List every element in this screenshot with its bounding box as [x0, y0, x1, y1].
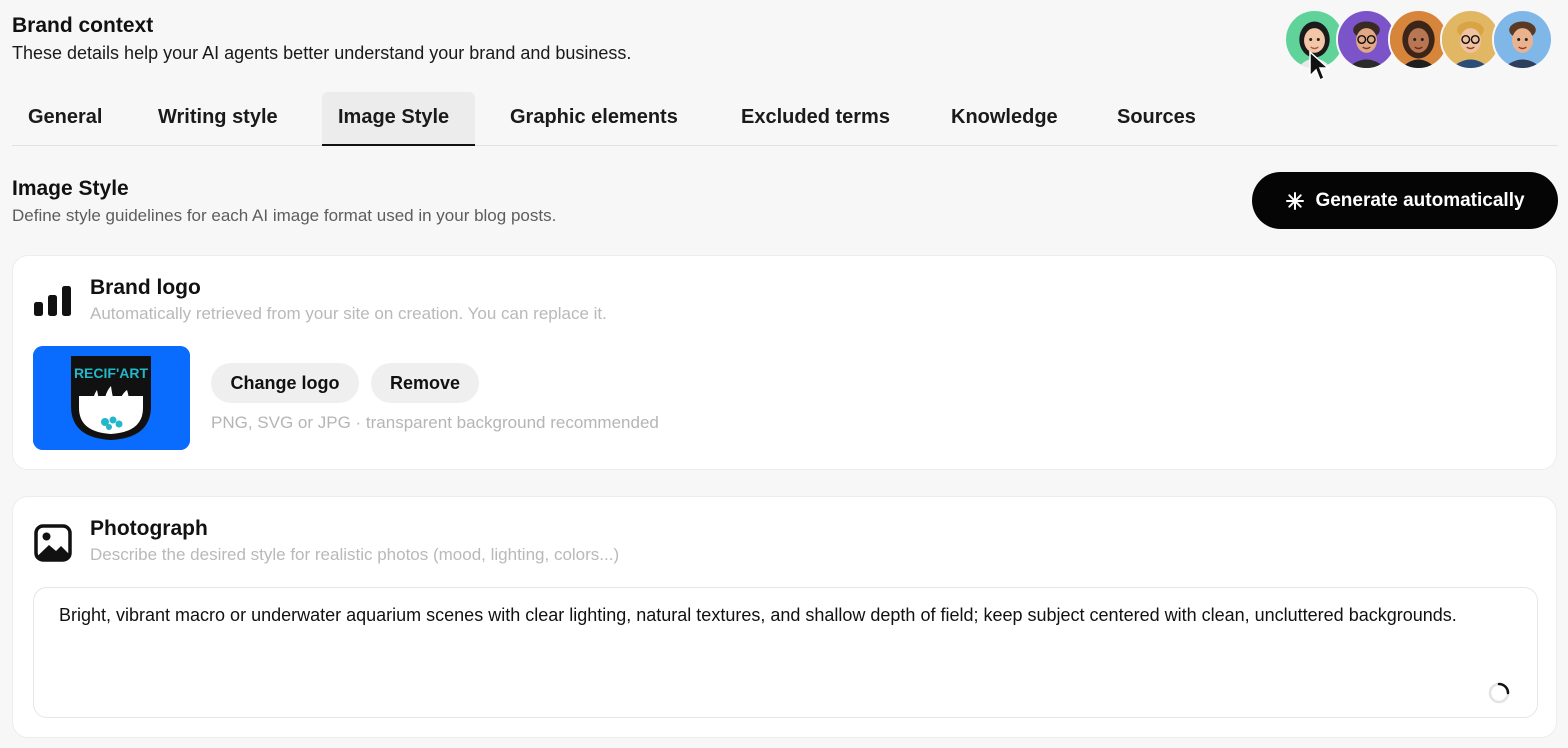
agent-avatar-5[interactable] — [1492, 9, 1553, 70]
logo-format-hint: PNG, SVG or JPG · transparent background… — [211, 413, 659, 432]
generate-automatically-button[interactable]: Generate automatically — [1252, 172, 1558, 229]
tab-graphic-elements[interactable]: Graphic elements — [494, 92, 694, 146]
photograph-card: Photograph Describe the desired style fo… — [12, 496, 1557, 738]
bar-chart-icon — [34, 286, 71, 316]
tab-general[interactable]: General — [12, 92, 118, 146]
tab-writing-style[interactable]: Writing style — [142, 92, 294, 146]
tab-sources[interactable]: Sources — [1101, 92, 1212, 146]
brand-logo-image: RECIF'ART — [33, 346, 190, 450]
tab-excluded-terms[interactable]: Excluded terms — [725, 92, 906, 146]
brand-logo-subtitle: Automatically retrieved from your site o… — [90, 304, 607, 323]
tab-knowledge[interactable]: Knowledge — [935, 92, 1074, 146]
section-subtitle: Define style guidelines for each AI imag… — [12, 206, 557, 225]
page-title: Brand context — [12, 14, 154, 37]
tab-image-style[interactable]: Image Style — [322, 92, 475, 146]
generate-automatically-label: Generate automatically — [1315, 189, 1525, 211]
mouse-cursor-icon — [1309, 50, 1330, 82]
change-logo-button[interactable]: Change logo — [211, 363, 359, 403]
photograph-style-input[interactable]: Bright, vibrant macro or underwater aqua… — [33, 587, 1538, 718]
tab-bar: General Writing style Image Style Graphi… — [12, 92, 1558, 146]
logo-wordmark: RECIF'ART — [74, 365, 149, 381]
loading-spinner-icon — [1488, 682, 1510, 704]
page-subtitle: These details help your AI agents better… — [12, 43, 632, 63]
image-icon — [34, 524, 72, 562]
remove-logo-button[interactable]: Remove — [371, 363, 479, 403]
photograph-subtitle: Describe the desired style for realistic… — [90, 545, 620, 564]
section-title: Image Style — [12, 177, 129, 200]
brand-context-page: Brand context These details help your AI… — [0, 0, 1568, 748]
photograph-title: Photograph — [90, 517, 208, 540]
brand-logo-card: Brand logo Automatically retrieved from … — [12, 255, 1557, 470]
brand-logo-title: Brand logo — [90, 276, 201, 299]
sparkle-icon — [1286, 191, 1305, 210]
